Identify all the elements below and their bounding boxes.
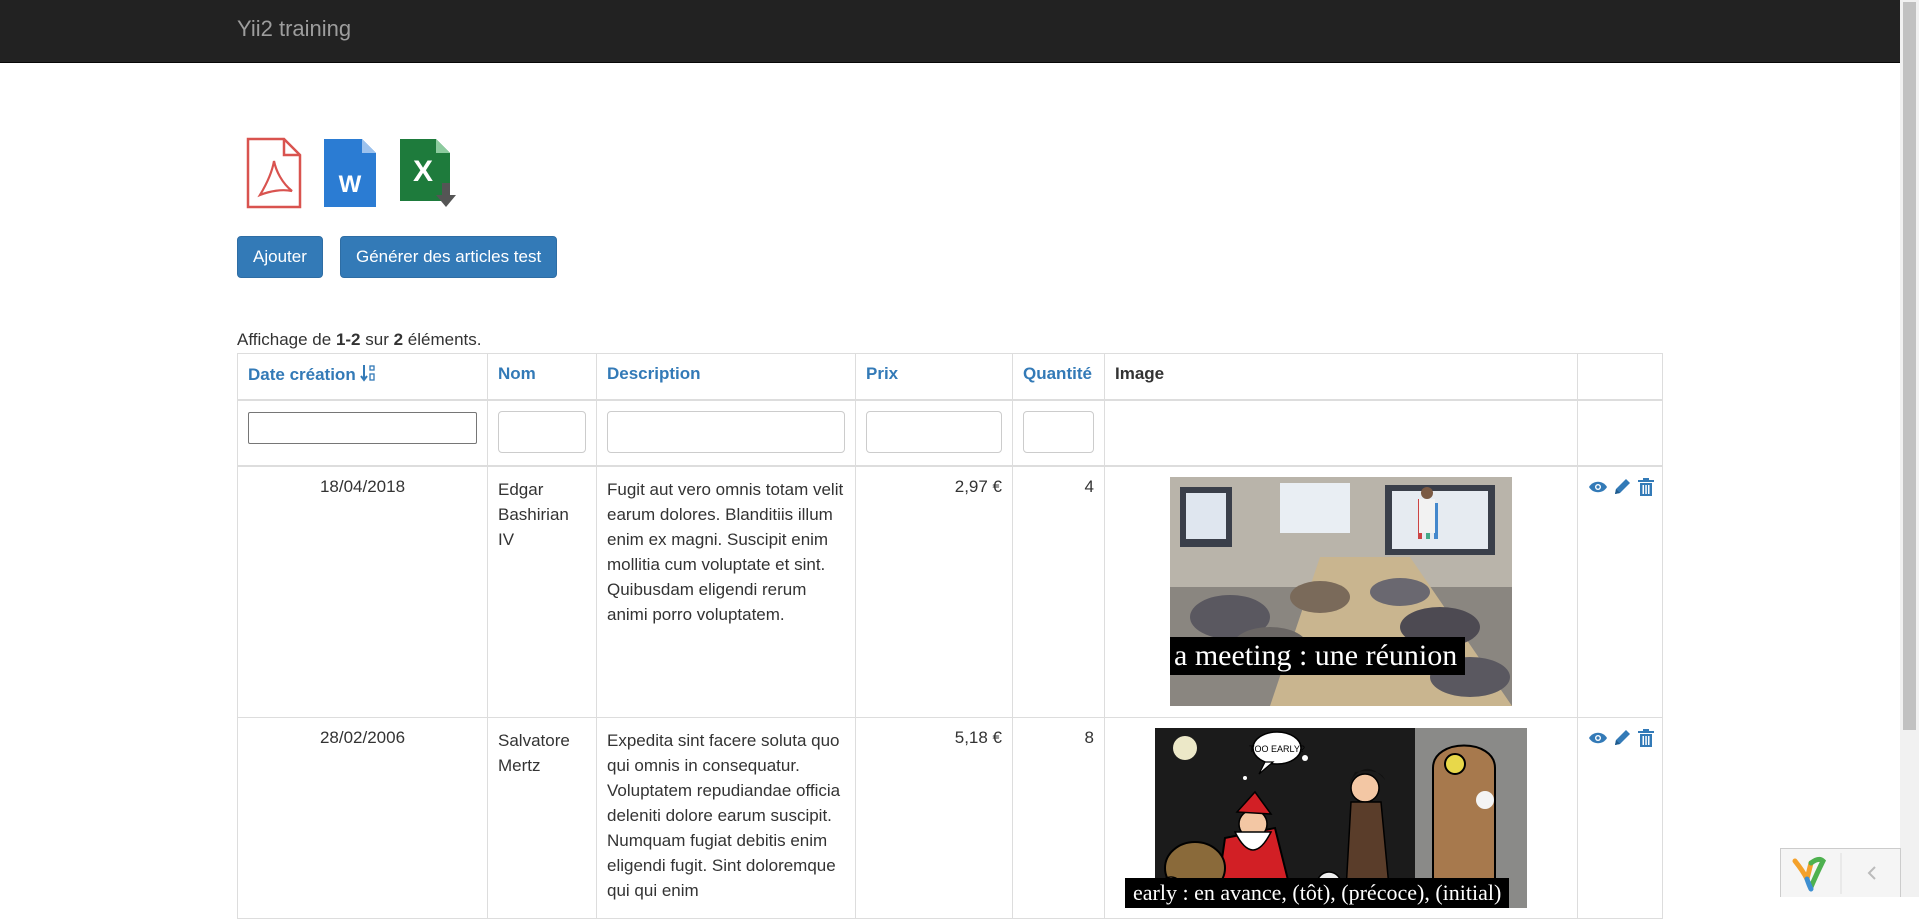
summary-prefix: Affichage de [237, 330, 336, 349]
page-scrollbar[interactable] [1900, 0, 1919, 897]
description-cell: Expedita sint facere soluta quo qui omni… [596, 717, 856, 919]
image-caption: early : en avance, (tôt), (précoce), (in… [1125, 878, 1510, 908]
sort-date-link[interactable]: Date création [248, 365, 356, 384]
sort-nom-link[interactable]: Nom [498, 364, 536, 383]
column-header-nom[interactable]: Nom [487, 353, 597, 401]
column-header-image: Image [1104, 353, 1578, 401]
export-toolbar: W X [244, 137, 458, 211]
column-header-actions [1577, 353, 1663, 401]
prix-filter-input[interactable] [866, 410, 1002, 453]
svg-text:X: X [413, 155, 433, 188]
edit-icon[interactable] [1612, 477, 1632, 497]
articles-grid: Date création Nom Description Prix Quant… [237, 353, 1663, 919]
sort-description-link[interactable]: Description [607, 364, 701, 383]
pdf-export-icon[interactable] [244, 137, 306, 211]
view-icon[interactable] [1588, 477, 1608, 497]
brand-link[interactable]: Yii2 training [237, 16, 351, 42]
quantite-filter-input[interactable] [1023, 410, 1094, 453]
prix-cell: 5,18 € [855, 717, 1013, 919]
grid-header-row: Date création Nom Description Prix Quant… [237, 353, 1663, 401]
column-header-description[interactable]: Description [596, 353, 856, 401]
column-header-date[interactable]: Date création [237, 353, 488, 401]
excel-export-icon[interactable]: X [396, 137, 458, 211]
description-cell: Fugit aut vero omnis totam velit earum d… [596, 465, 856, 718]
delete-icon[interactable] [1636, 728, 1656, 748]
grid-summary: Affichage de 1-2 sur 2 éléments. [237, 330, 481, 350]
summary-range: 1-2 [335, 330, 361, 349]
view-icon[interactable] [1588, 728, 1608, 748]
actions-cell [1577, 465, 1663, 718]
date-cell: 18/04/2018 [237, 465, 488, 718]
nom-cell: Edgar Bashirian IV [487, 465, 597, 718]
yii-logo-icon[interactable] [1792, 856, 1827, 892]
quantite-cell: 4 [1012, 465, 1105, 718]
column-header-prix[interactable]: Prix [855, 353, 1013, 401]
edit-icon[interactable] [1612, 728, 1632, 748]
collapse-chevron-icon[interactable] [1867, 866, 1876, 880]
image-cell: TOO EARLY? early : en avance, (tôt), (pr… [1104, 717, 1578, 919]
date-cell: 28/02/2006 [237, 717, 488, 919]
table-row: 18/04/2018 Edgar Bashirian IV Fugit aut … [237, 465, 1663, 718]
summary-suffix: éléments. [403, 330, 482, 349]
actions-filter-cell [1577, 399, 1663, 467]
date-filter-input[interactable] [248, 411, 477, 444]
svg-text:W: W [339, 171, 362, 198]
image-caption: a meeting : une réunion [1170, 636, 1466, 675]
sort-prix-link[interactable]: Prix [866, 364, 898, 383]
table-row: 28/02/2006 Salvatore Mertz Expedita sint… [237, 717, 1663, 919]
article-image[interactable]: TOO EARLY? early : en avance, (tôt), (pr… [1125, 728, 1527, 908]
column-header-quantite[interactable]: Quantité [1012, 353, 1105, 401]
description-filter-input[interactable] [607, 410, 845, 453]
quantite-cell: 8 [1012, 717, 1105, 919]
image-filter-cell [1104, 399, 1578, 467]
prix-cell: 2,97 € [855, 465, 1013, 718]
grid-filter-row [237, 399, 1663, 467]
actions-cell [1577, 717, 1663, 919]
sort-quantite-link[interactable]: Quantité [1023, 364, 1092, 383]
summary-mid: sur [360, 330, 394, 349]
date-header-label: Date création [248, 365, 356, 384]
sort-desc-icon [360, 365, 376, 382]
summary-total: 2 [393, 330, 404, 349]
article-image[interactable]: a meeting : une réunion [1170, 476, 1512, 706]
nom-filter-input[interactable] [498, 410, 586, 453]
add-button[interactable]: Ajouter [237, 236, 323, 278]
delete-icon[interactable] [1636, 477, 1656, 497]
nom-cell: Salvatore Mertz [487, 717, 597, 919]
scrollbar-thumb[interactable] [1903, 2, 1916, 730]
debug-toolbar[interactable] [1780, 848, 1901, 897]
svg-text:TOO EARLY?: TOO EARLY? [1249, 744, 1305, 754]
image-cell: a meeting : une réunion [1104, 465, 1578, 718]
word-export-icon[interactable]: W [320, 137, 382, 211]
generate-test-articles-button[interactable]: Générer des articles test [340, 236, 558, 278]
top-navbar: Yii2 training [0, 0, 1900, 63]
